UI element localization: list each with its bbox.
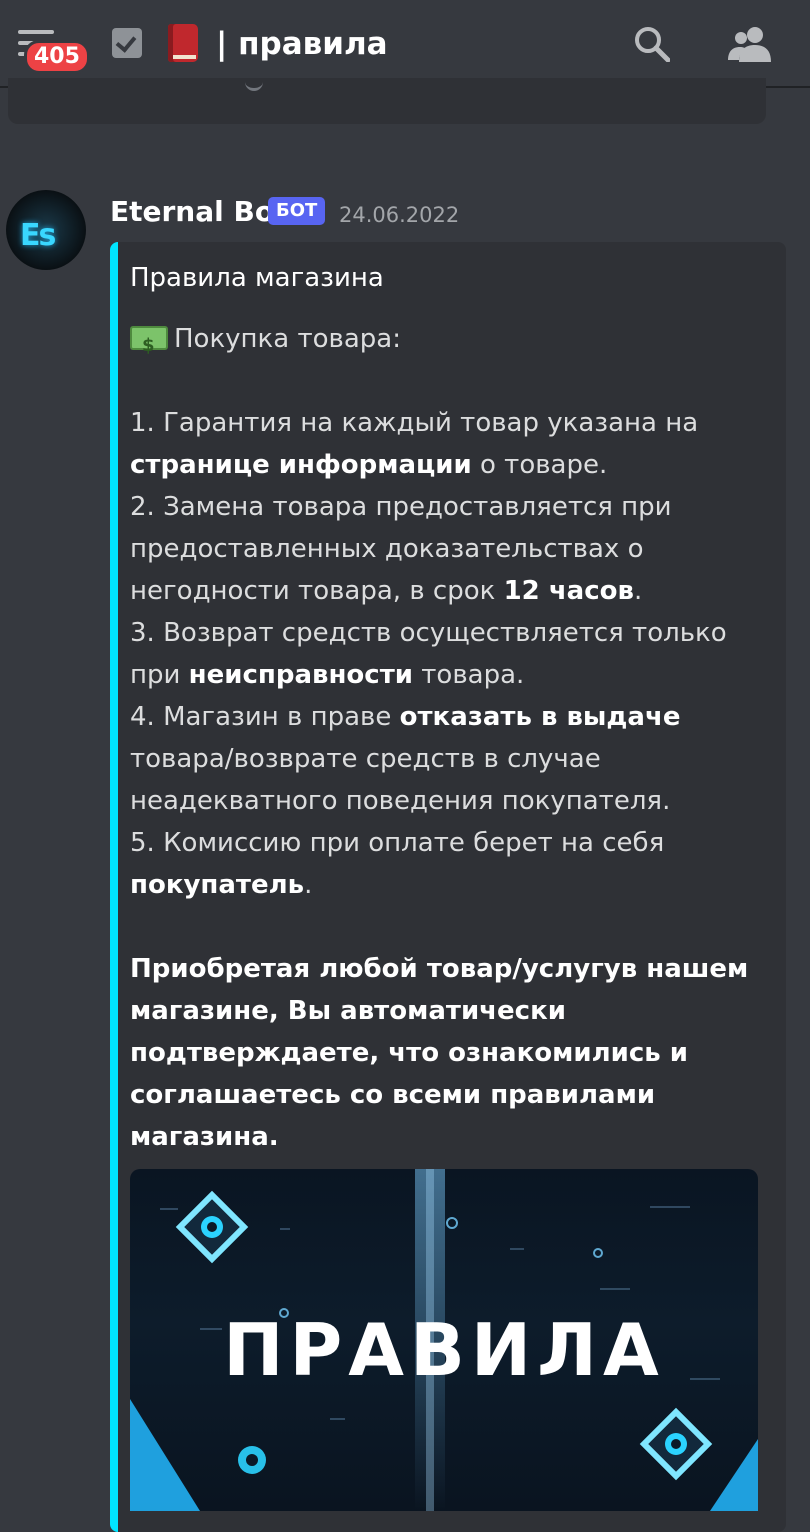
avatar[interactable]: Es xyxy=(6,190,86,270)
money-icon xyxy=(130,325,168,367)
previous-embed xyxy=(8,78,766,124)
rule-item: 4. Магазин в праве отказать в выдаче тов… xyxy=(130,702,681,816)
members-icon[interactable] xyxy=(728,24,772,64)
search-icon[interactable] xyxy=(634,26,670,62)
message-timestamp: 24.06.2022 xyxy=(339,203,460,227)
embed-image[interactable]: ПРАВИЛА xyxy=(130,1169,758,1511)
channel-header: 405 | правила xyxy=(0,0,810,88)
closing-statement: Приобретая любой товар/услугув нашем маг… xyxy=(130,954,749,1152)
rule-item: 5. Комиссию при оплате берет на себя пок… xyxy=(130,828,665,900)
book-icon xyxy=(168,24,198,62)
author-name[interactable]: Eternal Bot xyxy=(110,193,287,231)
diamond-icon xyxy=(175,1190,249,1264)
section-heading: Покупка товара: xyxy=(130,318,760,367)
avatar-logo: Es xyxy=(20,218,56,253)
rule-item: 1. Гарантия на каждый товар указана на с… xyxy=(130,408,699,480)
rules-banner-graphic: ПРАВИЛА xyxy=(130,1169,758,1511)
diamond-icon xyxy=(639,1407,713,1481)
rule-item: 3. Возврат средств осуществляется только… xyxy=(130,618,727,690)
embed-title: Правила магазина xyxy=(130,263,384,293)
checkbox-channel-icon xyxy=(112,28,142,58)
unread-badge: 405 xyxy=(24,40,90,74)
banner-title: ПРАВИЛА xyxy=(223,1308,664,1392)
rule-item: 2. Замена товара предоставляется при пре… xyxy=(130,492,672,606)
channel-title[interactable]: | правила xyxy=(216,22,388,66)
embed-description: Покупка товара: 1. Гарантия на каждый то… xyxy=(130,318,760,1158)
bot-tag: БОТ xyxy=(268,197,326,225)
